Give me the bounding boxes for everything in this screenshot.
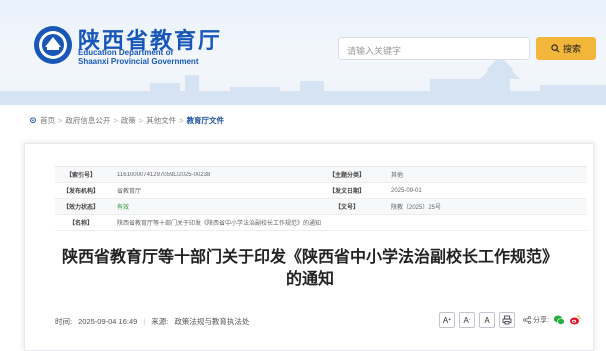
font-size-small-button[interactable]: A-	[459, 312, 476, 328]
search-icon	[551, 44, 560, 53]
article-title-line2: 的通知	[285, 271, 334, 288]
breadcrumb-separator: >	[113, 116, 118, 125]
breadcrumb-separator: >	[138, 116, 144, 125]
meta-value-index: 11610000741297059L/2025-00238	[117, 171, 211, 178]
breadcrumb-current[interactable]: 教育厅文件	[187, 115, 225, 126]
breadcrumb-other-files[interactable]: 其他文件	[146, 115, 176, 126]
breadcrumb-policy[interactable]: 政策	[121, 115, 136, 126]
source-label: 来源:	[151, 317, 169, 326]
meta-value-date: 2025-09-01	[391, 187, 422, 194]
weibo-icon[interactable]	[569, 314, 581, 326]
source-value: 政策法规与教育执法处	[174, 317, 250, 326]
meta-value-doc-number: 陕教〔2025〕25号	[391, 205, 442, 211]
meta-key-publisher: 【发布机构】	[62, 189, 99, 195]
meta-row-status: 【效力状态】 有效 【文号】 陕教〔2025〕25号	[55, 199, 587, 215]
breadcrumb-separator: >	[179, 116, 184, 125]
meta-value-status: 有效	[117, 205, 130, 211]
meta-value-publisher: 省教育厅	[117, 189, 142, 195]
article-card: 【索引号】 11610000741297059L/2025-00238 【主题分…	[24, 143, 594, 351]
article-tools: A + A- A 分享:	[439, 312, 581, 328]
article-title: 陕西省教育厅等十部门关于印发《陕西省中小学法治副校长工作规范》 的通知	[25, 247, 595, 291]
meta-key-date: 【发文日期】	[328, 189, 365, 195]
share-icon	[523, 316, 531, 324]
meta-value-topic: 其他	[391, 173, 404, 179]
meta-key-name: 【名称】	[68, 221, 93, 227]
breadcrumb-home[interactable]: 首页	[40, 115, 55, 126]
font-size-large-button[interactable]: A +	[439, 312, 456, 328]
meta-key-index: 【索引号】	[65, 173, 96, 179]
meta-key-status: 【效力状态】	[62, 205, 99, 211]
print-icon	[502, 315, 512, 325]
time-label: 时间:	[55, 317, 73, 326]
breadcrumb-gov-info[interactable]: 政府信息公开	[65, 115, 110, 126]
time-value: 2025-09-04 16:49	[78, 317, 138, 326]
print-button[interactable]	[499, 312, 516, 328]
share-section: 分享:	[523, 315, 549, 325]
meta-row-index: 【索引号】 11610000741297059L/2025-00238 【主题分…	[55, 167, 587, 183]
document-meta-table: 【索引号】 11610000741297059L/2025-00238 【主题分…	[55, 166, 587, 231]
location-pin-icon	[30, 116, 36, 123]
search-placeholder: 请输入关键字	[347, 46, 402, 56]
search-button[interactable]: 搜索	[536, 37, 596, 60]
site-title-english-line2: Shaanxi Provincial Government	[78, 57, 199, 66]
meta-divider: |	[143, 317, 146, 326]
article-meta-bar: 时间: 2025-09-04 16:49 | 来源: 政策法规与教育执法处	[55, 316, 249, 327]
breadcrumb-separator: >	[58, 116, 63, 125]
government-emblem-logo	[34, 26, 72, 64]
meta-key-doc-number: 【文号】	[334, 205, 359, 211]
site-title-english: Education Department of Shaanxi Provinci…	[78, 48, 198, 66]
search-button-label: 搜索	[562, 44, 581, 54]
meta-row-publisher: 【发布机构】 省教育厅 【发文日期】 2025-09-01	[55, 183, 587, 199]
font-default-label: A	[484, 315, 490, 325]
breadcrumb: 首页 > 政府信息公开 > 政策 > 其他文件 > 教育厅文件	[29, 115, 224, 126]
meta-value-name: 陕西省教育厅等十部门关于印发《陕西省中小学法治副校长工作规范》的通知	[117, 221, 322, 227]
meta-key-topic: 【主题分类】	[328, 173, 365, 179]
search-input[interactable]: 请输入关键字	[338, 37, 530, 60]
meta-row-name: 【名称】 陕西省教育厅等十部门关于印发《陕西省中小学法治副校长工作规范》的通知	[55, 215, 587, 231]
font-size-default-button[interactable]: A	[479, 312, 496, 328]
article-title-line1: 陕西省教育厅等十部门关于印发《陕西省中小学法治副校长工作规范》	[61, 249, 558, 266]
wechat-icon[interactable]	[553, 314, 565, 326]
site-header: 陕西省教育厅 Education Department of Shaanxi P…	[0, 0, 606, 105]
site-title-english-line1: Education Department of	[78, 48, 174, 57]
share-label: 分享:	[533, 317, 549, 324]
